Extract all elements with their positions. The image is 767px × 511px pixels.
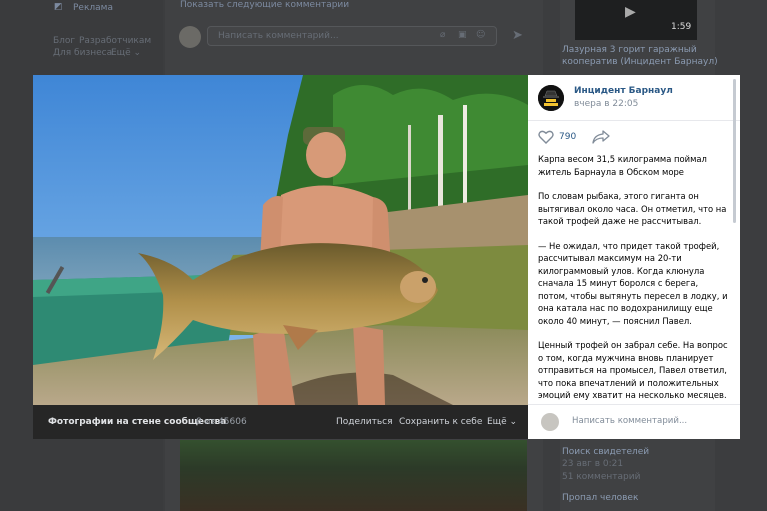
emoji-icon[interactable]: ☺: [476, 30, 485, 40]
footer-link-developers[interactable]: Разработчикам: [79, 36, 151, 46]
comment-input[interactable]: Написать комментарий...: [572, 416, 687, 426]
footer-link-business[interactable]: Для бизнеса: [53, 48, 112, 58]
photo-toolbar: Фотографии на стене сообщества 8 из 4560…: [33, 405, 528, 439]
camera-icon[interactable]: ▣: [458, 30, 467, 40]
related-item-1-line1[interactable]: Лазурная 3 горит гаражный: [562, 45, 697, 55]
comment-area: Написать комментарий...: [528, 404, 740, 439]
post-paragraph: Ценный трофей он забрал себе. На вопрос …: [538, 340, 728, 400]
related-item-3-title[interactable]: Пропал человек: [562, 493, 638, 503]
heart-icon[interactable]: [538, 130, 554, 144]
group-name[interactable]: Инцидент Барнаул: [574, 86, 673, 96]
ads-icon[interactable]: ◩: [54, 2, 63, 12]
post-paragraph: Карпа весом 31,5 килограмма поймал жител…: [538, 154, 707, 177]
avatar: [541, 413, 559, 431]
feed-comment-input[interactable]: Написать комментарий... ⌀ ▣ ☺: [207, 26, 497, 46]
show-more-comments-link[interactable]: Показать следующие комментарии: [180, 0, 349, 10]
menu-item-ads[interactable]: Реклама: [73, 3, 113, 13]
post-sidebar: Инцидент Барнаул вчера в 22:05 790 Карпа…: [528, 75, 740, 439]
footer-link-blog[interactable]: Блог: [53, 36, 75, 46]
attach-icon[interactable]: ⌀: [440, 30, 445, 40]
send-icon[interactable]: ➤: [512, 28, 523, 43]
related-item-2-comments[interactable]: 51 комментарий: [562, 472, 640, 482]
post-actions: 790: [528, 121, 740, 153]
photo-viewer: Фотографии на стене сообщества 8 из 4560…: [33, 75, 740, 439]
sidebar-scrollbar[interactable]: [733, 79, 736, 223]
post-time[interactable]: вчера в 22:05: [574, 99, 638, 109]
video-duration: 1:59: [671, 22, 692, 32]
separator-dot: ·: [477, 417, 480, 427]
feed-comment-placeholder: Написать комментарий...: [218, 31, 339, 41]
share-icon[interactable]: [592, 130, 610, 144]
related-item-1-line2[interactable]: кооператив (Инцидент Барнаул): [562, 57, 718, 67]
post-text: Карпа весом 31,5 килограмма поймал жител…: [538, 153, 730, 401]
related-item-2-date: 23 авг в 0:21: [562, 459, 624, 469]
photo[interactable]: [33, 75, 528, 405]
post-paragraph: — Не ожидал, что придет такой трофей, ра…: [538, 240, 728, 326]
post-paragraph: По словам рыбака, этого гиганта он вытяг…: [538, 191, 727, 226]
related-item-2-title[interactable]: Поиск свидетелей: [562, 447, 649, 457]
more-button[interactable]: Ещё ⌄: [487, 417, 517, 427]
footer-link-more[interactable]: Ещё ⌄: [111, 48, 141, 58]
post-header: Инцидент Барнаул вчера в 22:05: [528, 75, 740, 121]
video-thumbnail[interactable]: 1:59 ▶: [575, 0, 697, 40]
avatar: [179, 26, 201, 48]
separator-dot: ·: [389, 417, 392, 427]
share-button[interactable]: Поделиться: [336, 417, 393, 427]
group-logo[interactable]: [538, 85, 564, 111]
feed-photo-preview[interactable]: [180, 440, 527, 511]
photo-counter: 8 из 45606: [196, 417, 247, 427]
play-icon: ▶: [625, 4, 636, 20]
save-to-album-button[interactable]: Сохранить к себе: [399, 417, 482, 427]
like-count[interactable]: 790: [559, 132, 576, 142]
